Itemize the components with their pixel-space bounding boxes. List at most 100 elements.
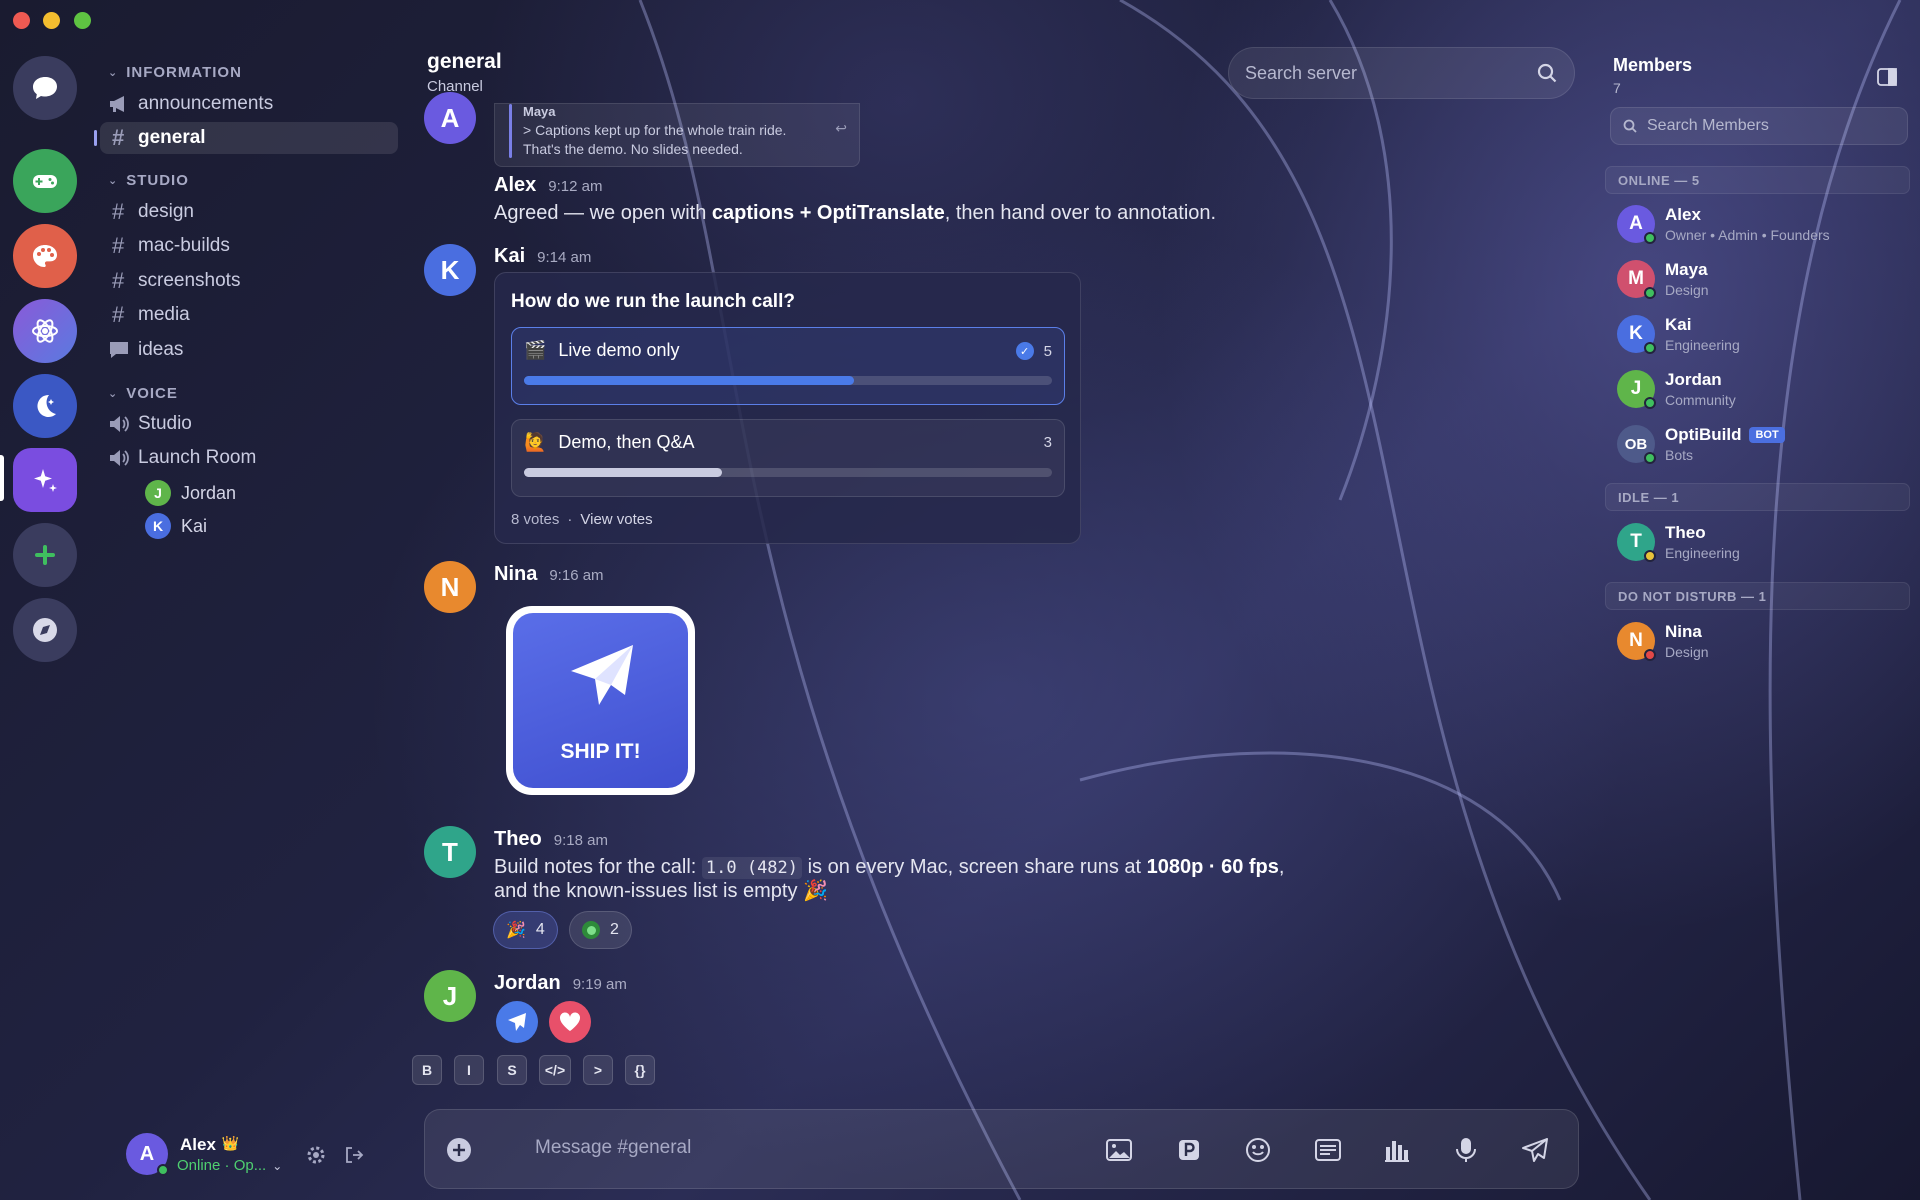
member-item[interactable]: K Kai Engineering [1617,315,1740,354]
art-server[interactable] [13,224,77,288]
channel-ideas[interactable]: ideas [108,334,398,366]
channel-announcements[interactable]: announcements [108,88,398,120]
voice-channel-studio[interactable]: Studio [108,408,398,440]
send-button[interactable] [1519,1134,1551,1166]
card-icon [1315,1139,1341,1161]
message-header: Nina 9:16 am [494,563,604,586]
paper-plane-icon[interactable] [496,1001,538,1043]
green-circle-icon [582,921,600,939]
message-text: and the known-issues list is empty 🎉 [494,880,828,902]
member-item[interactable]: M Maya Design [1617,260,1709,299]
message-text: Agreed — we open with captions + OptiTra… [494,202,1217,224]
explore-servers-button[interactable] [13,598,77,662]
add-attachment-button[interactable] [443,1134,475,1166]
timestamp: 9:16 am [549,567,604,584]
quoted-message[interactable]: Maya > Captions kept up for the whole tr… [494,103,860,167]
minimize-window-button[interactable] [43,12,60,29]
bar-chart-icon [1385,1141,1409,1162]
message-avatar[interactable]: K [424,244,476,296]
member-item[interactable]: J Jordan Community [1617,370,1736,409]
voice-channel-launch-room[interactable]: Launch Room [108,442,398,474]
toggle-sidebar-icon[interactable] [1877,68,1897,91]
hash-icon: # [112,268,125,293]
chat-bubble-icon [33,77,57,99]
code-block-button[interactable]: {} [625,1055,655,1085]
member-item[interactable]: N Nina Design [1617,622,1709,661]
embed-button[interactable] [1312,1134,1344,1166]
sticker[interactable]: SHIP IT! [506,606,695,795]
smiley-icon [1246,1138,1270,1162]
poll-question: How do we run the launch call? [511,291,795,312]
section-studio[interactable]: ⌄ STUDIO [108,172,189,189]
voice-user-jordan[interactable]: J Jordan [145,480,236,506]
unread-indicator [94,130,97,146]
channel-mac-builds[interactable]: # mac-builds [108,230,398,262]
settings-gear-icon[interactable] [306,1145,326,1170]
voice-message-button[interactable] [1450,1134,1482,1166]
user-avatar[interactable]: A [126,1133,169,1176]
poll-card: How do we run the launch call? 🎬 Live dem… [494,272,1081,544]
inline-code-button[interactable]: </> [539,1055,571,1085]
vote-count: 8 votes [511,511,560,528]
section-information[interactable]: ⌄ INFORMATION [108,64,242,81]
active-server[interactable] [13,448,77,512]
poll-option[interactable]: 🙋 Demo, then Q&A 3 [511,419,1065,497]
speaker-icon [108,414,138,434]
author-name[interactable]: Nina [494,563,537,586]
message-avatar[interactable]: T [424,826,476,878]
image-button[interactable] [1103,1134,1135,1166]
channel-media[interactable]: # media [108,299,398,331]
author-name[interactable]: Theo [494,828,542,851]
avatar: K [1617,315,1656,354]
active-server-indicator [0,455,4,501]
channel-general[interactable]: # general [94,122,398,154]
poll-button[interactable] [1381,1134,1413,1166]
server-search-input[interactable]: Search server [1228,47,1575,99]
night-server[interactable] [13,374,77,438]
message-avatar[interactable]: J [424,970,476,1022]
voice-user-kai[interactable]: K Kai [145,513,207,539]
member-item[interactable]: A Alex Owner • Admin • Founders [1617,205,1830,244]
emoji-button[interactable] [1242,1134,1274,1166]
bold-button[interactable]: B [412,1055,442,1085]
italic-button[interactable]: I [454,1055,484,1085]
member-search-input[interactable]: Search Members [1610,107,1908,145]
channel-design[interactable]: # design [108,196,398,228]
message-avatar[interactable]: A [424,92,476,144]
strikethrough-button[interactable]: S [497,1055,527,1085]
status-dot [1644,452,1656,464]
message-input[interactable]: Message #general [535,1137,691,1159]
view-votes-link[interactable]: View votes [580,511,652,528]
send-icon [1522,1138,1548,1162]
microphone-icon [1456,1138,1476,1162]
gaming-server[interactable] [13,149,77,213]
quote-button[interactable]: > [583,1055,613,1085]
direct-messages-server[interactable] [13,56,77,120]
section-voice[interactable]: ⌄ VOICE [108,385,178,402]
close-window-button[interactable] [13,12,30,29]
chevron-down-icon: ⌄ [108,67,119,79]
user-status-select[interactable]: Online · Op... ⌄ [177,1157,282,1174]
logout-icon[interactable] [344,1145,364,1170]
reaction-party[interactable]: 🎉 4 [493,911,558,949]
reply-arrow-icon[interactable]: ↩ [835,120,847,137]
author-name[interactable]: Kai [494,245,525,268]
zoom-window-button[interactable] [74,12,91,29]
message-avatar[interactable]: N [424,561,476,613]
author-name[interactable]: Alex [494,174,536,197]
author-name[interactable]: Jordan [494,972,561,995]
react-server[interactable] [13,299,77,363]
channel-screenshots[interactable]: # screenshots [108,265,398,297]
member-group-dnd: DO NOT DISTURB — 1 [1605,582,1910,610]
heart-icon[interactable] [549,1001,591,1043]
member-item[interactable]: OB OptiBuild BOT Bots [1617,425,1785,464]
message-header: Kai 9:14 am [494,245,591,268]
timestamp: 9:12 am [548,178,603,195]
status-dot [1644,232,1656,244]
sticker-text: SHIP IT! [560,740,641,763]
poll-option[interactable]: 🎬 Live demo only ✓ 5 [511,327,1065,405]
reaction-green-circle[interactable]: 2 [569,911,632,949]
member-item[interactable]: T Theo Engineering [1617,523,1740,562]
parking-button[interactable] [1173,1134,1205,1166]
add-server-button[interactable] [13,523,77,587]
